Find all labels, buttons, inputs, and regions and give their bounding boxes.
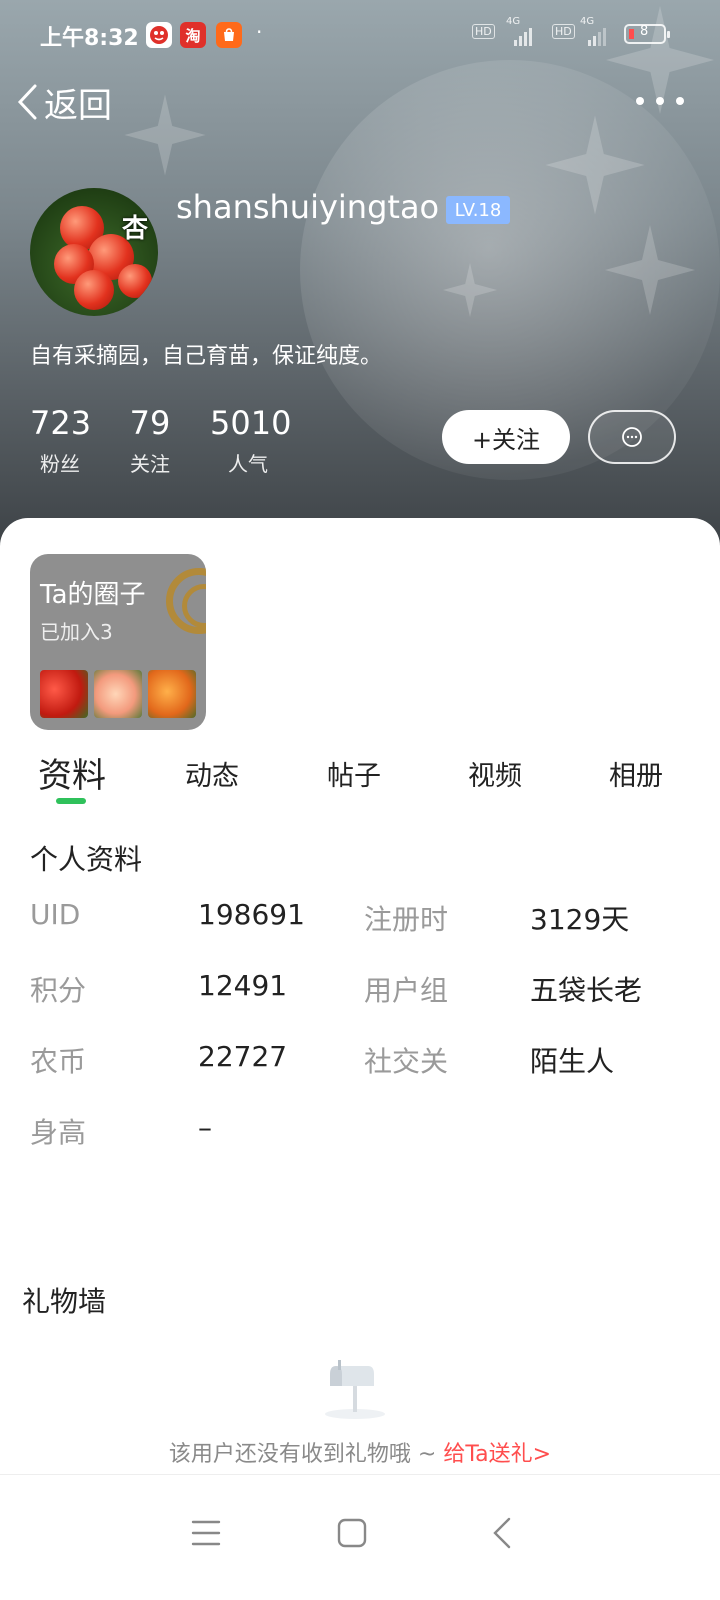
flower-decoration-icon bbox=[443, 263, 497, 317]
info-value: 陌生人 bbox=[530, 1045, 615, 1078]
more-dot-icon bbox=[636, 97, 644, 105]
followers-count: 723 bbox=[30, 404, 92, 442]
gift-wall-empty-message: 该用户还没有收到礼物哦 ~ 给Ta送礼> bbox=[0, 1436, 720, 1468]
hd-indicator: HD bbox=[552, 24, 575, 39]
signal-strength-icon bbox=[514, 22, 532, 46]
more-dot-icon bbox=[656, 97, 664, 105]
shopping-app-icon bbox=[216, 22, 242, 48]
personal-info-title: 个人资料 bbox=[30, 843, 143, 876]
circle-card-joined: 已加入3 bbox=[40, 620, 113, 644]
info-label: 积分 bbox=[30, 974, 87, 1007]
gift-wall-title: 礼物墙 bbox=[22, 1285, 107, 1318]
following-count: 79 bbox=[129, 404, 171, 442]
battery-level: 8 bbox=[640, 24, 649, 39]
info-label: 社交关 bbox=[364, 1045, 449, 1078]
info-value: – bbox=[198, 1111, 212, 1144]
profile-content-panel: Ta的圈子 已加入3 资料 动态 帖子 视频 相册 个人资料 UID 19869… bbox=[0, 518, 720, 1600]
flower-decoration-icon bbox=[545, 115, 645, 215]
circle-thumbnail bbox=[148, 670, 196, 718]
battery-icon: 8 bbox=[624, 24, 670, 44]
tab-videos[interactable]: 视频 bbox=[468, 754, 522, 793]
more-options-button[interactable] bbox=[636, 86, 684, 116]
level-badge: LV.18 bbox=[446, 196, 510, 224]
empty-mailbox-icon bbox=[325, 1360, 385, 1419]
circle-card-title: Ta的圈子 bbox=[40, 580, 146, 610]
avatar[interactable]: 杏 bbox=[30, 188, 158, 316]
back-arrow-icon bbox=[493, 1517, 511, 1549]
more-dot-icon bbox=[676, 97, 684, 105]
followers-label: 粉丝 bbox=[40, 452, 80, 476]
circle-thumbnail bbox=[94, 670, 142, 718]
info-value: 五袋长老 bbox=[530, 974, 643, 1007]
info-value: 3129天 bbox=[530, 903, 630, 936]
user-bio: 自有采摘园，自己育苗，保证纯度。 bbox=[30, 344, 383, 369]
active-tab-indicator bbox=[56, 798, 86, 804]
info-value: 12491 bbox=[198, 969, 288, 1002]
popularity-count: 5010 bbox=[210, 404, 292, 442]
following-label: 关注 bbox=[130, 452, 170, 476]
status-time: 上午8:32 bbox=[40, 26, 139, 51]
popularity-stat: 5010 人气 bbox=[210, 404, 292, 477]
notification-dot-icon: · bbox=[256, 20, 263, 44]
menu-icon bbox=[191, 1520, 221, 1546]
info-label: 注册时 bbox=[364, 903, 449, 936]
follow-button[interactable]: +关注 bbox=[442, 410, 570, 464]
profile-tabs: 资料 动态 帖子 视频 相册 bbox=[0, 748, 720, 812]
chevron-left-icon bbox=[17, 84, 37, 120]
following-stat[interactable]: 79 关注 bbox=[126, 404, 174, 477]
tab-profile[interactable]: 资料 bbox=[38, 748, 106, 797]
popularity-label: 人气 bbox=[228, 452, 268, 476]
home-square-icon bbox=[337, 1518, 367, 1548]
status-bar: 上午8:32 淘 · HD 4G HD 4G 8 bbox=[0, 14, 720, 54]
circle-card[interactable]: Ta的圈子 已加入3 bbox=[30, 554, 206, 730]
hd-indicator: HD bbox=[472, 24, 495, 39]
back-label: 返回 bbox=[44, 85, 112, 126]
back-button[interactable]: 返回 bbox=[16, 78, 112, 126]
recent-apps-button[interactable] bbox=[176, 1503, 236, 1563]
tab-posts[interactable]: 帖子 bbox=[327, 754, 381, 793]
chat-bubble-icon bbox=[622, 427, 642, 447]
system-back-button[interactable] bbox=[472, 1503, 532, 1563]
info-label: 身高 bbox=[30, 1116, 87, 1149]
info-label: 用户组 bbox=[364, 974, 449, 1007]
signal-strength-icon bbox=[588, 22, 606, 46]
circle-logo-icon bbox=[166, 568, 206, 634]
info-value: 22727 bbox=[198, 1040, 288, 1073]
app-notification-icon bbox=[146, 22, 172, 48]
home-button[interactable] bbox=[322, 1503, 382, 1563]
username: shanshuiyingtao bbox=[176, 188, 440, 226]
send-gift-link[interactable]: 给Ta送礼> bbox=[443, 1442, 551, 1467]
followers-stat[interactable]: 723 粉丝 bbox=[30, 404, 92, 477]
flower-decoration-icon bbox=[605, 225, 695, 315]
avatar-tag-text: 杏 bbox=[122, 214, 149, 244]
gift-empty-text: 该用户还没有收到礼物哦 ~ bbox=[168, 1442, 444, 1467]
info-label: UID bbox=[30, 898, 81, 931]
tab-activity[interactable]: 动态 bbox=[185, 754, 239, 793]
circle-thumbnail bbox=[40, 670, 88, 718]
info-label: 农币 bbox=[30, 1045, 87, 1078]
info-value: 198691 bbox=[198, 898, 305, 931]
message-button[interactable] bbox=[588, 410, 676, 464]
system-navigation-bar bbox=[0, 1474, 720, 1600]
flower-decoration-icon bbox=[124, 94, 206, 176]
tab-albums[interactable]: 相册 bbox=[609, 754, 663, 793]
taobao-app-icon: 淘 bbox=[180, 22, 206, 48]
